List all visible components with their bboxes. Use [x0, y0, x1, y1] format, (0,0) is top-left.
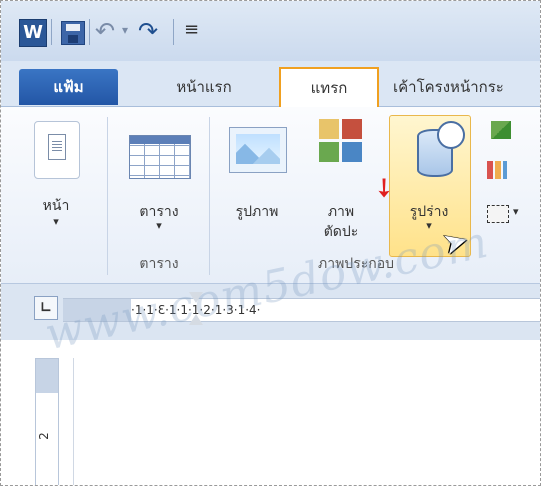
- chart-icon[interactable]: [487, 161, 507, 179]
- table-dropdown-icon[interactable]: ▾: [126, 219, 192, 232]
- page-dropdown-icon[interactable]: ▾: [31, 215, 81, 228]
- page-doc-icon: [48, 134, 66, 160]
- redo-icon[interactable]: ↷: [138, 17, 158, 45]
- clipart-icon[interactable]: [319, 119, 363, 163]
- smartart-icon[interactable]: [491, 121, 511, 139]
- vertical-ruler-number: 2: [36, 432, 51, 440]
- vertical-ruler[interactable]: 2: [35, 358, 59, 485]
- document-area: 2: [1, 340, 540, 485]
- document-page[interactable]: [73, 358, 540, 485]
- tab-page-layout[interactable]: เค้าโครงหน้ากระ: [393, 69, 540, 105]
- clipart-tile: [319, 142, 339, 162]
- clipart-tile: [342, 119, 362, 139]
- ribbon-tabs: แฟ้ม หน้าแรก แทรก เค้าโครงหน้ากระ: [1, 61, 540, 107]
- undo-icon[interactable]: ↶: [95, 17, 115, 45]
- toolbar-separator: [173, 19, 174, 45]
- table-icon[interactable]: [129, 135, 191, 179]
- group-divider: [209, 117, 210, 275]
- customize-toolbar-icon[interactable]: ≡: [184, 19, 199, 40]
- quick-access-toolbar: W ↶ ▾ ↷ ≡: [1, 1, 540, 61]
- tab-home[interactable]: หน้าแรก: [161, 69, 247, 105]
- group-divider: [107, 117, 108, 275]
- clipart-tile: [342, 142, 362, 162]
- picture-button-label[interactable]: รูปภาพ: [223, 201, 291, 223]
- shapes-circle-icon: [437, 121, 465, 149]
- tab-insert[interactable]: แทรก: [279, 67, 379, 107]
- page-icon[interactable]: [34, 121, 80, 179]
- screenshot-dropdown-icon[interactable]: ▾: [513, 205, 519, 218]
- save-icon[interactable]: [61, 21, 85, 45]
- clipart-tile: [319, 119, 339, 139]
- tab-file[interactable]: แฟ้ม: [19, 69, 118, 105]
- screenshot-icon[interactable]: [487, 205, 509, 223]
- page-button-label[interactable]: หน้า: [31, 195, 81, 217]
- undo-dropdown-icon[interactable]: ▾: [122, 23, 128, 37]
- clipart-button-label-1[interactable]: ภาพ: [313, 201, 369, 223]
- word-icon[interactable]: W: [19, 19, 47, 47]
- table-group-label: ตาราง: [139, 256, 179, 272]
- toolbar-separator: [89, 19, 90, 45]
- vertical-ruler-margin: [36, 359, 58, 393]
- picture-landscape: [236, 134, 280, 164]
- toolbar-separator: [51, 19, 52, 45]
- clipart-button-label-2[interactable]: ตัดปะ: [313, 221, 369, 243]
- picture-icon[interactable]: [229, 127, 287, 173]
- word-window: W ↶ ▾ ↷ ≡ แฟ้ม หน้าแรก แทรก เค้าโครงหน้า…: [0, 0, 541, 486]
